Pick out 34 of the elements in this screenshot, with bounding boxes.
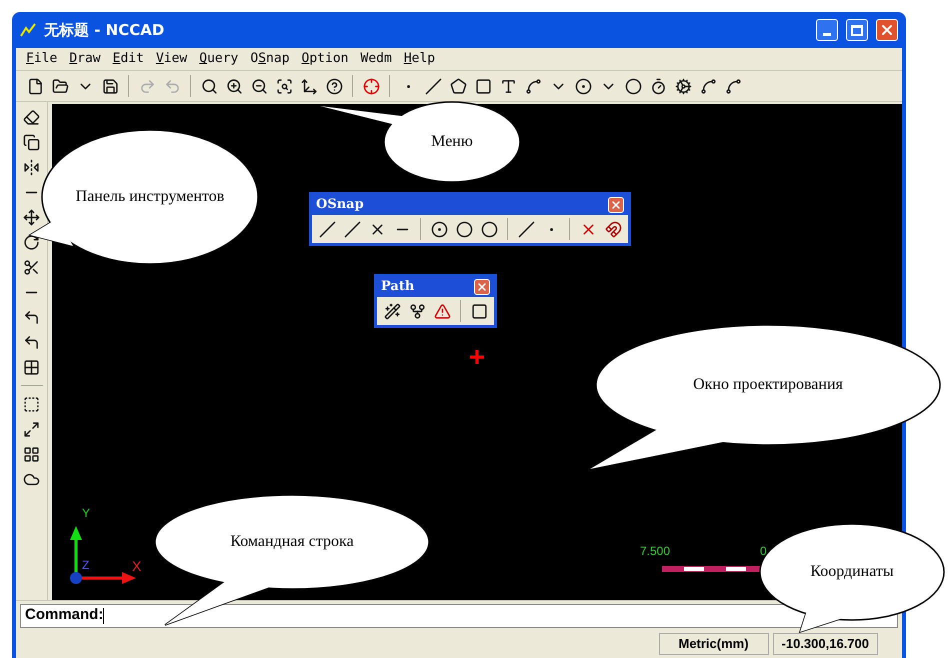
close-button[interactable] <box>608 197 624 213</box>
maximize-button[interactable] <box>846 19 868 41</box>
callout-text: Координаты <box>810 562 894 582</box>
menu-item[interactable]: File <box>20 49 64 69</box>
menu-item[interactable]: OSnap <box>244 49 296 69</box>
callout-text: Меню <box>431 132 473 152</box>
menu-item[interactable]: Edit <box>106 49 150 69</box>
scale-label: 0 <box>760 543 767 560</box>
toolbar-title: Path <box>381 278 414 296</box>
status-field: Metric(mm) <box>658 633 769 655</box>
window-title: 无标题 - NCCAD <box>44 20 166 41</box>
menu-item[interactable]: Query <box>193 49 244 69</box>
callout-text: Панель инструментов <box>76 187 224 207</box>
close-button[interactable] <box>474 279 490 295</box>
menu-item[interactable]: Option <box>296 49 354 69</box>
menu-item[interactable]: Wedm <box>354 49 398 69</box>
status-field: -10.300,16.700 <box>772 633 878 655</box>
scale-label: 7.500 <box>640 543 670 560</box>
app-logo-icon <box>20 22 36 38</box>
toolbar-title: OSnap <box>316 196 364 214</box>
menu-item[interactable]: View <box>150 49 194 69</box>
axis-label: X <box>132 557 142 576</box>
menu-item[interactable]: Draw <box>63 49 107 69</box>
close-icon <box>610 199 622 211</box>
minimize-button[interactable] <box>816 19 838 41</box>
close-icon <box>476 281 488 293</box>
axis-label: Z <box>82 557 90 574</box>
close-icon <box>879 22 895 38</box>
close-button[interactable] <box>876 19 898 41</box>
callout-text: Командная строка <box>230 532 354 552</box>
callout-text: Окно проектирования <box>693 375 843 395</box>
menu-item[interactable]: Help <box>398 49 442 69</box>
axis-label: Y <box>82 505 90 522</box>
cursor-cross-icon <box>470 350 484 364</box>
